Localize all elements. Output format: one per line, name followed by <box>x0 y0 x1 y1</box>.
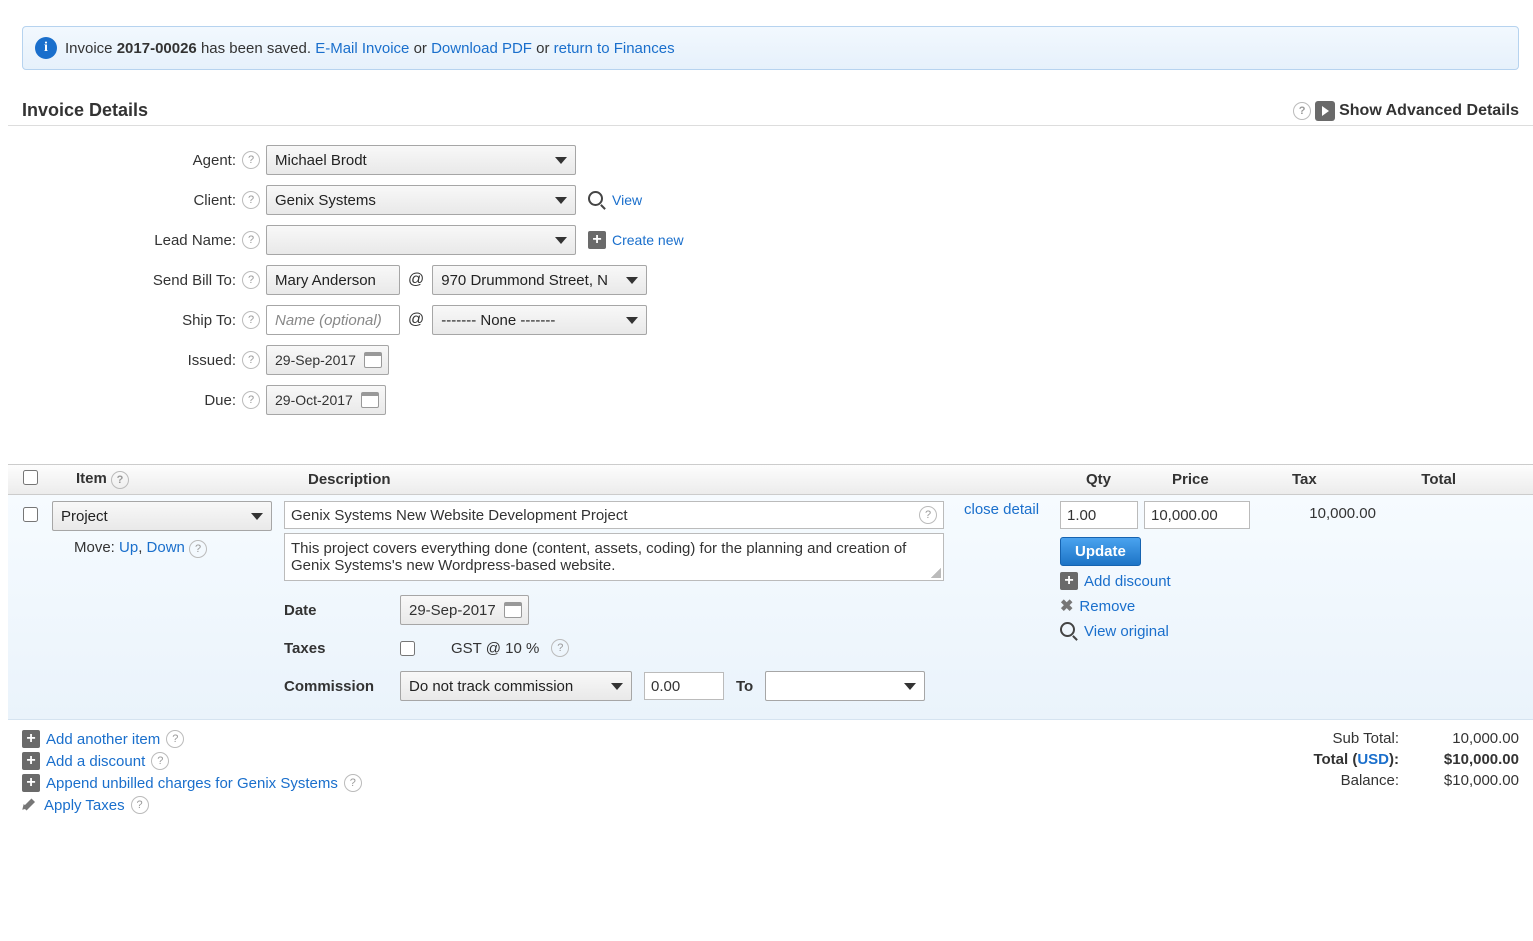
move-up-link[interactable]: Up <box>119 539 138 556</box>
due-label: Due: <box>204 392 236 409</box>
page-title: Invoice Details <box>22 100 148 121</box>
due-date-input[interactable]: 29-Oct-2017 <box>266 385 386 415</box>
subtotal-label: Sub Total: <box>1289 730 1399 747</box>
create-new-lead-link[interactable]: Create new <box>612 232 684 248</box>
plus-icon: + <box>1060 572 1078 590</box>
bill-contact-select[interactable]: Mary Anderson <box>266 265 400 295</box>
update-button[interactable]: Update <box>1060 537 1141 566</box>
download-pdf-link[interactable]: Download PDF <box>431 40 532 57</box>
item-type-select[interactable]: Project <box>52 501 272 531</box>
lead-name-label: Lead Name: <box>154 232 236 249</box>
commission-mode-select[interactable]: Do not track commission <box>400 671 632 701</box>
email-invoice-link[interactable]: E-Mail Invoice <box>315 40 409 57</box>
view-client-link[interactable]: View <box>612 192 642 208</box>
help-icon[interactable]: ? <box>242 191 260 209</box>
ship-to-label: Ship To: <box>182 312 236 329</box>
plus-icon: + <box>22 730 40 748</box>
total-value: $10,000.00 <box>1419 751 1519 768</box>
move-down-link[interactable]: Down <box>147 539 185 556</box>
tax-gst-checkbox[interactable] <box>400 641 415 656</box>
remove-line-link[interactable]: ✖ Remove <box>1060 596 1382 616</box>
help-icon[interactable]: ? <box>189 540 207 558</box>
append-unbilled-link[interactable]: Append unbilled charges for Genix System… <box>46 775 338 792</box>
info-banner: i Invoice 2017-00026 has been saved. E-M… <box>22 26 1519 70</box>
ship-address-select[interactable]: ------- None ------- <box>432 305 647 335</box>
search-icon <box>1060 622 1078 640</box>
lead-name-select[interactable] <box>266 225 576 255</box>
agent-label: Agent: <box>193 152 236 169</box>
help-icon[interactable]: ? <box>344 774 362 792</box>
plus-icon: + <box>22 774 40 792</box>
line-item-row: Project Move: Up, Down ? Genix Systems N… <box>8 495 1533 720</box>
banner-text: Invoice 2017-00026 has been saved. E-Mai… <box>65 40 675 57</box>
help-icon[interactable]: ? <box>1293 102 1311 120</box>
commission-amount-input[interactable]: 0.00 <box>644 672 724 700</box>
plus-icon: + <box>22 752 40 770</box>
add-another-item-link[interactable]: Add another item <box>46 731 160 748</box>
help-icon[interactable]: ? <box>551 639 569 657</box>
search-icon[interactable] <box>588 191 606 209</box>
view-original-link[interactable]: View original <box>1060 622 1382 640</box>
help-icon[interactable]: ? <box>242 351 260 369</box>
pencil-icon <box>22 797 38 813</box>
help-icon[interactable]: ? <box>242 151 260 169</box>
select-all-checkbox[interactable] <box>23 470 38 485</box>
line-total: 10,000.00 <box>1256 501 1382 529</box>
expand-icon <box>1315 101 1335 121</box>
help-icon[interactable]: ? <box>131 796 149 814</box>
item-date-label: Date <box>284 602 388 619</box>
at-symbol: @ <box>408 311 424 329</box>
return-to-finances-link[interactable]: return to Finances <box>554 40 675 57</box>
add-discount-link[interactable]: Add a discount <box>46 753 145 770</box>
total-label: Total ( <box>1313 751 1357 768</box>
qty-input[interactable]: 1.00 <box>1060 501 1138 529</box>
help-icon[interactable]: ? <box>242 311 260 329</box>
help-icon[interactable]: ? <box>166 730 184 748</box>
at-symbol: @ <box>408 271 424 289</box>
help-icon[interactable]: ? <box>242 271 260 289</box>
item-date-input[interactable]: 29-Sep-2017 <box>400 595 529 625</box>
x-icon: ✖ <box>1060 596 1073 616</box>
item-title-input[interactable]: Genix Systems New Website Development Pr… <box>284 501 944 529</box>
apply-taxes-link[interactable]: Apply Taxes <box>44 797 125 814</box>
item-taxes-label: Taxes <box>284 640 388 657</box>
items-header-row: Item ? Description Qty Price Tax Total <box>8 464 1533 495</box>
calendar-icon <box>504 602 522 618</box>
commission-to-label: To <box>736 678 753 695</box>
item-description-textarea[interactable]: This project covers everything done (con… <box>284 533 944 581</box>
price-input[interactable]: 10,000.00 <box>1144 501 1250 529</box>
balance-value: $10,000.00 <box>1419 772 1519 789</box>
move-label: Move: <box>74 539 119 556</box>
help-icon[interactable]: ? <box>919 506 937 524</box>
issued-date-input[interactable]: 29-Sep-2017 <box>266 345 389 375</box>
help-icon[interactable]: ? <box>242 391 260 409</box>
line-item-checkbox[interactable] <box>23 507 38 522</box>
help-icon[interactable]: ? <box>111 471 129 489</box>
calendar-icon <box>361 392 379 408</box>
tax-name: GST @ 10 % <box>451 640 539 657</box>
help-icon[interactable]: ? <box>151 752 169 770</box>
help-icon[interactable]: ? <box>242 231 260 249</box>
issued-label: Issued: <box>188 352 236 369</box>
calendar-icon <box>364 352 382 368</box>
info-icon: i <box>35 37 57 59</box>
client-label: Client: <box>193 192 236 209</box>
currency-link[interactable]: USD <box>1357 751 1389 768</box>
client-select[interactable]: Genix Systems <box>266 185 576 215</box>
agent-select[interactable]: Michael Brodt <box>266 145 576 175</box>
commission-to-select[interactable] <box>765 671 925 701</box>
commission-label: Commission <box>284 678 388 695</box>
add-discount-link[interactable]: + Add discount <box>1060 572 1382 590</box>
ship-name-input[interactable]: Name (optional) <box>266 305 400 335</box>
show-advanced-toggle[interactable]: ? Show Advanced Details <box>1293 101 1519 121</box>
bill-address-select[interactable]: 970 Drummond Street, N <box>432 265 647 295</box>
close-detail-link[interactable]: close detail <box>964 501 1039 518</box>
subtotal-value: 10,000.00 <box>1419 730 1519 747</box>
balance-label: Balance: <box>1289 772 1399 789</box>
send-bill-to-label: Send Bill To: <box>153 272 236 289</box>
plus-icon[interactable]: + <box>588 231 606 249</box>
